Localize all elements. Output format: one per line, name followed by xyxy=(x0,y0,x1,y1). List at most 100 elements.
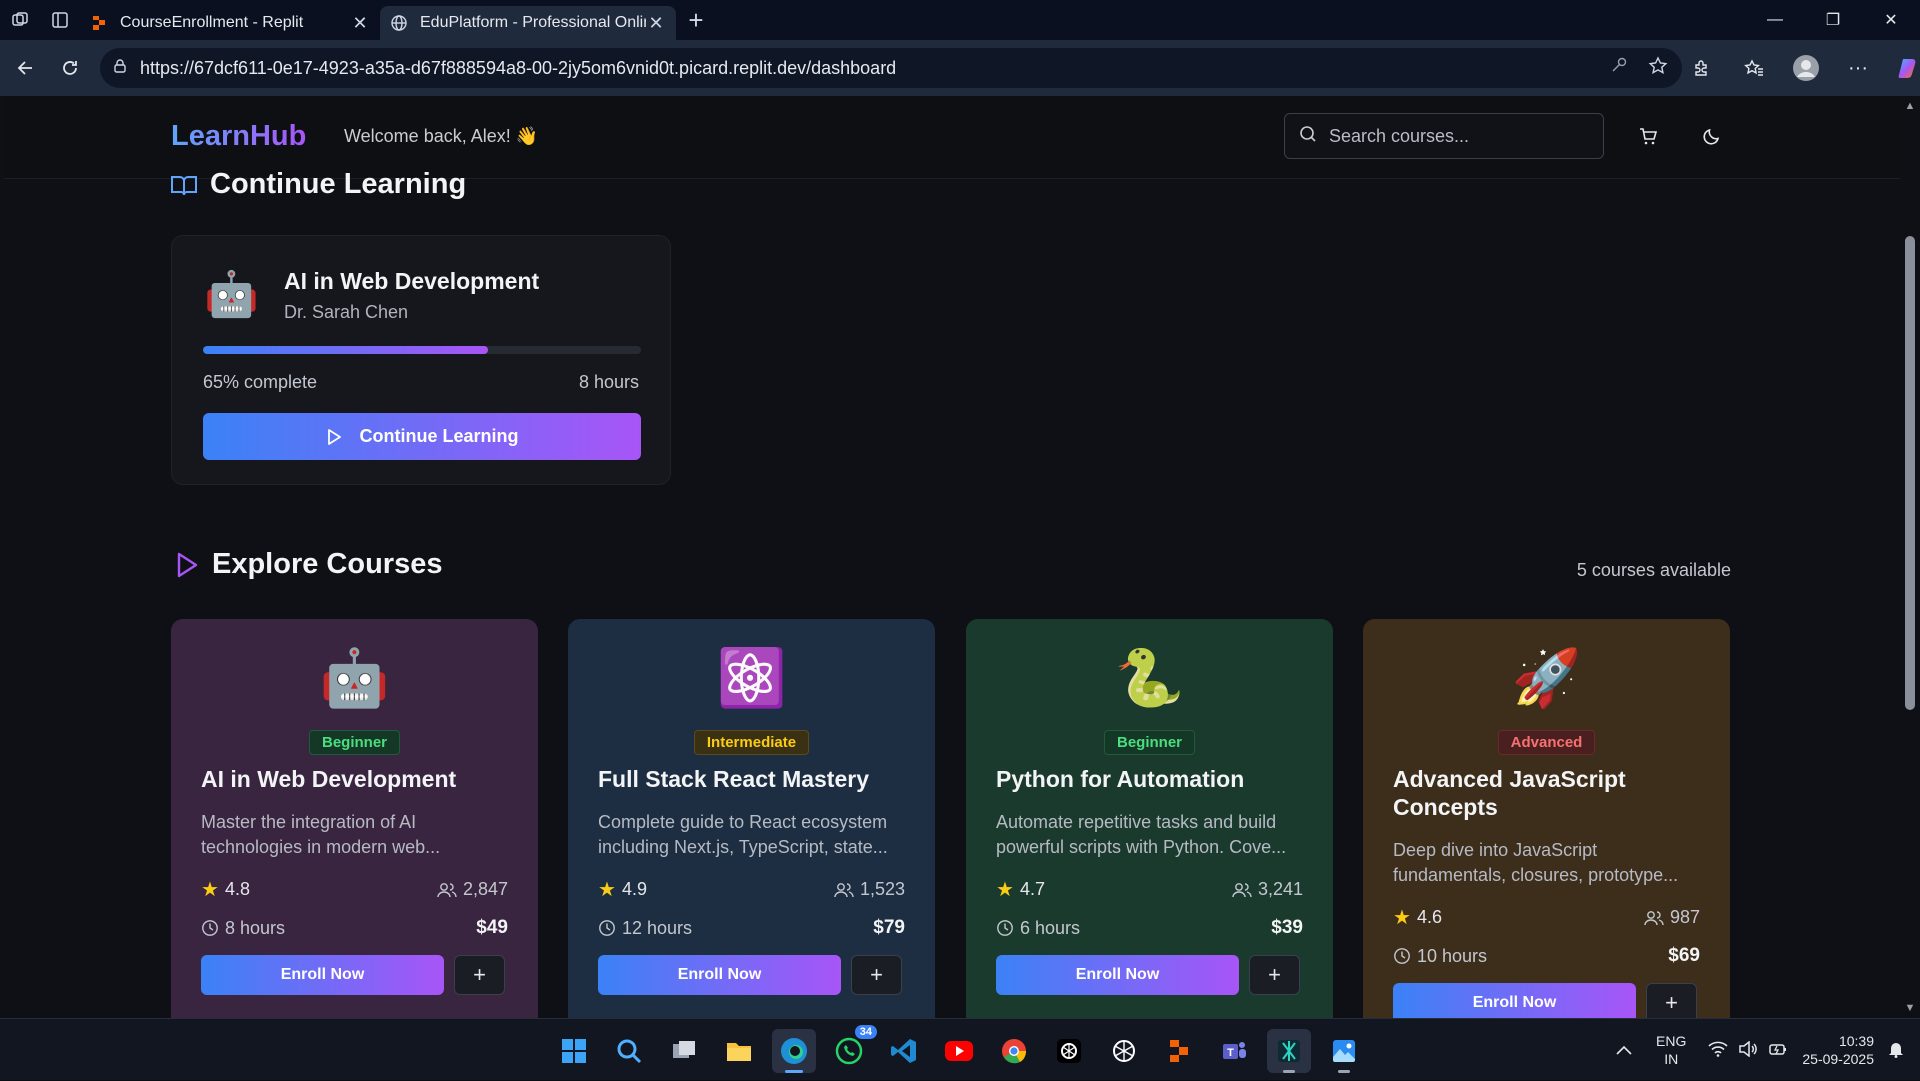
add-to-cart-plus-icon[interactable]: + xyxy=(1646,983,1697,1018)
duration-value: 12 hours xyxy=(622,917,693,938)
course-duration: 12 hours xyxy=(598,918,692,939)
student-count: 3,241 xyxy=(1232,879,1303,900)
clock[interactable]: 10:39 25-09-2025 xyxy=(1802,1032,1874,1068)
enroll-now-button[interactable]: Enroll Now xyxy=(598,955,841,995)
key-icon[interactable] xyxy=(1610,56,1628,81)
youtube-icon[interactable] xyxy=(937,1029,981,1073)
course-price: $69 xyxy=(1668,945,1700,966)
back-icon[interactable] xyxy=(4,46,48,90)
rocket-icon: 🚀 xyxy=(1511,646,1582,709)
favorite-star-icon[interactable] xyxy=(1648,55,1668,81)
volume-icon[interactable] xyxy=(1738,1039,1758,1060)
wifi-icon[interactable] xyxy=(1708,1041,1728,1060)
star-icon: ★ xyxy=(201,879,219,901)
language-indicator[interactable]: ENG IN xyxy=(1656,1032,1686,1068)
course-price: $49 xyxy=(476,917,508,938)
extensions-icon[interactable] xyxy=(1680,46,1724,90)
section-title-text: Explore Courses xyxy=(212,548,443,580)
level-badge: Beginner xyxy=(1103,730,1195,755)
lang-code: ENG xyxy=(1656,1033,1687,1049)
close-tab-icon[interactable]: ✕ xyxy=(646,13,666,34)
continue-learning-button[interactable]: Continue Learning xyxy=(203,413,641,460)
play-icon xyxy=(326,428,342,446)
course-search[interactable] xyxy=(1284,113,1604,159)
file-explorer-icon[interactable] xyxy=(717,1029,761,1073)
enroll-now-button[interactable]: Enroll Now xyxy=(1393,983,1636,1018)
whatsapp-icon[interactable]: 34 xyxy=(827,1025,877,1073)
restore-icon[interactable]: ❐ xyxy=(1804,0,1862,40)
enroll-now-button[interactable]: Enroll Now xyxy=(996,955,1239,995)
course-card[interactable]: 🤖 Beginner AI in Web Development Master … xyxy=(171,619,538,1018)
running-indicator xyxy=(1283,1070,1295,1073)
teams-icon[interactable]: T xyxy=(1212,1029,1256,1073)
page-scrollbar[interactable]: ▲ ▼ xyxy=(1900,96,1920,1018)
start-windows-icon[interactable] xyxy=(552,1029,596,1073)
workspaces-icon[interactable] xyxy=(0,0,40,40)
scroll-down-arrow-icon[interactable]: ▼ xyxy=(1904,1002,1916,1014)
edge-browser-icon[interactable] xyxy=(772,1029,816,1073)
close-window-icon[interactable]: ✕ xyxy=(1862,0,1920,40)
vscode-icon[interactable] xyxy=(882,1029,926,1073)
refresh-icon[interactable] xyxy=(48,46,92,90)
scroll-up-arrow-icon[interactable]: ▲ xyxy=(1904,100,1916,112)
chrome-icon[interactable] xyxy=(992,1029,1036,1073)
copilot-icon[interactable] xyxy=(1888,46,1920,90)
course-title[interactable]: Advanced JavaScript Concepts xyxy=(1393,765,1706,821)
search-taskbar-icon[interactable] xyxy=(607,1029,651,1073)
course-title[interactable]: Python for Automation xyxy=(996,765,1309,793)
favorites-icon[interactable] xyxy=(1732,46,1776,90)
new-tab-button[interactable]: + xyxy=(676,5,716,36)
play-triangle-icon xyxy=(174,551,200,579)
profile-avatar[interactable] xyxy=(1784,46,1828,90)
star-icon: ★ xyxy=(1393,907,1411,929)
course-duration: 6 hours xyxy=(996,918,1080,939)
minimize-icon[interactable]: — xyxy=(1746,0,1804,40)
tab-eduplatform[interactable]: EduPlatform - Professional Online ✕ xyxy=(380,6,676,40)
vertical-tabs-icon[interactable] xyxy=(40,0,80,40)
learnhub-logo[interactable]: LearnHub xyxy=(171,120,306,153)
notification-badge: 34 xyxy=(854,1025,877,1039)
cart-icon[interactable] xyxy=(1630,118,1666,154)
add-to-cart-plus-icon[interactable]: + xyxy=(454,955,505,995)
more-options-icon[interactable]: ··· xyxy=(1836,46,1880,90)
chatgpt-icon[interactable] xyxy=(1047,1029,1091,1073)
replit-taskbar-icon[interactable] xyxy=(1157,1029,1201,1073)
task-view-icon[interactable] xyxy=(662,1029,706,1073)
snake-icon: 🐍 xyxy=(1114,646,1185,709)
scrollbar-thumb[interactable] xyxy=(1905,236,1915,710)
url-text[interactable]: https://67dcf611-0e17-4923-a35a-d67f8885… xyxy=(140,58,896,79)
region-code: IN xyxy=(1664,1051,1679,1067)
course-title[interactable]: Full Stack React Mastery xyxy=(598,765,911,793)
enroll-now-button[interactable]: Enroll Now xyxy=(201,955,444,995)
course-rating: ★ 4.6 xyxy=(1393,905,1442,930)
duration-value: 8 hours xyxy=(225,917,286,938)
site-info-icon[interactable] xyxy=(112,58,128,79)
photos-icon[interactable] xyxy=(1322,1029,1366,1073)
search-icon xyxy=(1299,125,1317,148)
battery-icon[interactable] xyxy=(1768,1041,1788,1060)
chevron-up-icon[interactable] xyxy=(1616,1042,1632,1058)
address-bar[interactable]: https://67dcf611-0e17-4923-a35a-d67f8885… xyxy=(100,48,1682,88)
course-title[interactable]: AI in Web Development xyxy=(201,765,514,793)
course-card[interactable]: ⚛️ Intermediate Full Stack React Mastery… xyxy=(568,619,935,1018)
progress-fill xyxy=(203,346,488,354)
course-card[interactable]: 🐍 Beginner Python for Automation Automat… xyxy=(966,619,1333,1018)
browser-tab-bar: CourseEnrollment - Replit ✕ EduPlatform … xyxy=(0,0,1920,40)
course-price: $79 xyxy=(873,917,905,938)
notification-bell-icon[interactable] xyxy=(1888,1040,1904,1061)
rating-value: 4.6 xyxy=(1416,907,1442,927)
course-card[interactable]: 🚀 Advanced Advanced JavaScript Concepts … xyxy=(1363,619,1730,1018)
close-tab-icon[interactable]: ✕ xyxy=(350,13,370,34)
running-indicator xyxy=(1338,1070,1350,1073)
dark-mode-moon-icon[interactable] xyxy=(1694,118,1730,154)
tab-title: CourseEnrollment - Replit xyxy=(120,14,304,31)
search-input[interactable] xyxy=(1329,125,1589,147)
book-open-icon xyxy=(170,173,198,197)
app-icon-teal[interactable] xyxy=(1267,1029,1311,1073)
students-value: 987 xyxy=(1669,907,1700,927)
active-indicator xyxy=(785,1070,803,1073)
openai-icon[interactable] xyxy=(1102,1029,1146,1073)
tab-replit[interactable]: CourseEnrollment - Replit ✕ xyxy=(80,6,380,40)
add-to-cart-plus-icon[interactable]: + xyxy=(1249,955,1300,995)
add-to-cart-plus-icon[interactable]: + xyxy=(851,955,902,995)
